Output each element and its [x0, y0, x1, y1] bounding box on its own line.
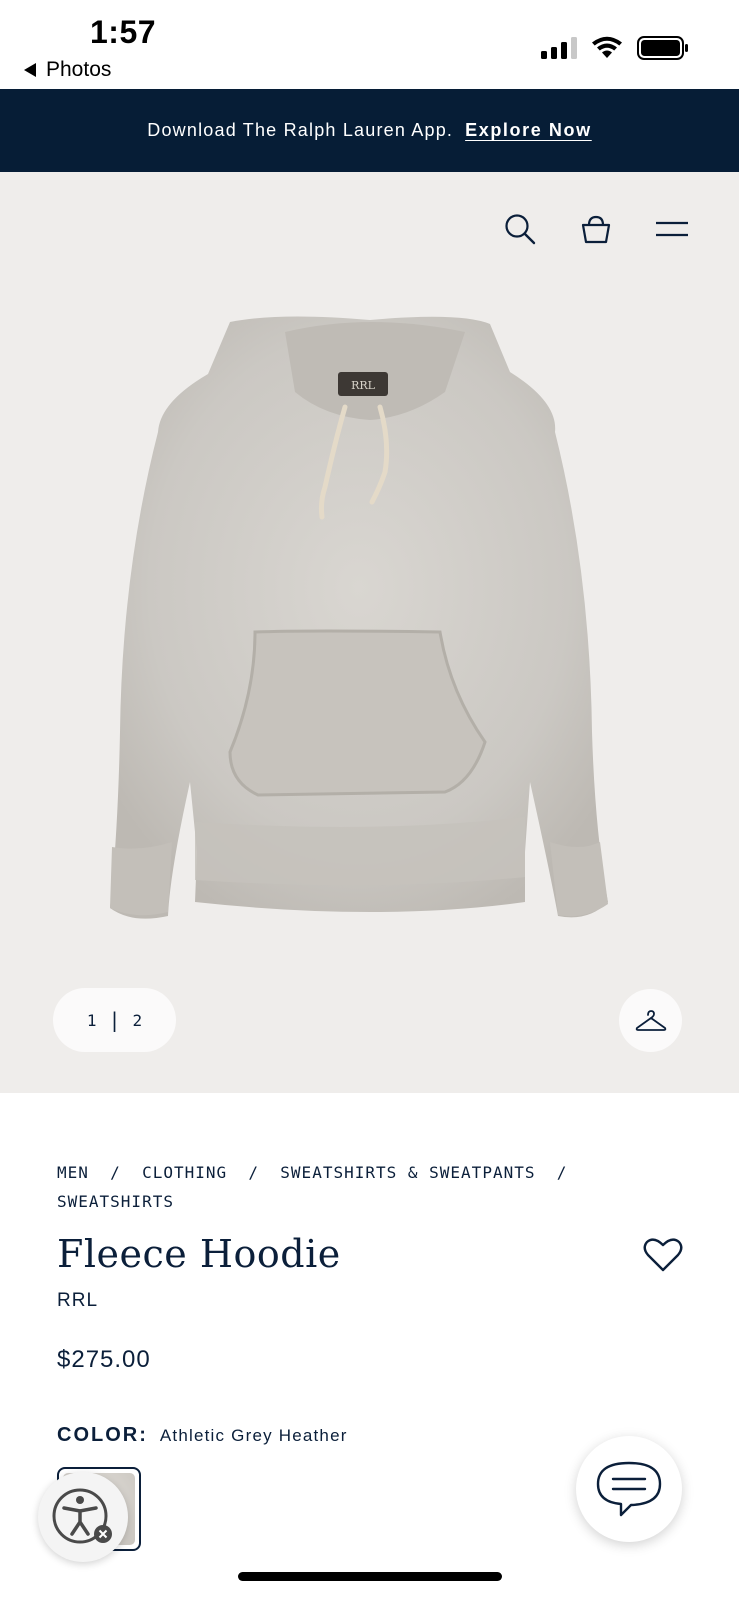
status-time: 1:57: [90, 14, 157, 50]
hoodie-product-image[interactable]: RRL: [80, 312, 660, 952]
accessibility-button[interactable]: [38, 1472, 128, 1562]
status-bar: 1:57 Photos: [0, 0, 739, 89]
product-hero: RRL 1 | 2: [0, 172, 739, 1093]
chat-bubble-icon: [596, 1461, 662, 1517]
svg-text:RRL: RRL: [351, 379, 376, 392]
back-link-label: Photos: [46, 58, 112, 81]
explore-now-link[interactable]: Explore Now: [465, 120, 592, 141]
cellular-signal-icon: [541, 37, 577, 59]
shopping-bag-icon: [581, 215, 611, 244]
accessibility-icon: [52, 1488, 112, 1544]
breadcrumb-line-2[interactable]: SWEATSHIRTS: [57, 1187, 657, 1216]
status-icons: [541, 36, 689, 60]
pager-separator: |: [108, 1008, 121, 1032]
app-download-banner: Download The Ralph Lauren App. Explore N…: [0, 89, 739, 172]
pager-current: 1: [86, 1010, 97, 1030]
product-price: $275.00: [57, 1346, 151, 1373]
brand-name[interactable]: RRL: [57, 1290, 98, 1312]
shopping-bag-button[interactable]: [579, 212, 613, 246]
color-value: Athletic Grey Heather: [159, 1426, 348, 1445]
back-arrow-icon: [24, 63, 36, 77]
wishlist-button[interactable]: [640, 1232, 686, 1278]
wifi-icon: [592, 36, 622, 58]
hanger-button[interactable]: [619, 989, 682, 1052]
banner-text: Download The Ralph Lauren App.: [147, 120, 454, 140]
image-pager[interactable]: 1 | 2: [53, 988, 176, 1052]
battery-icon: [637, 36, 688, 60]
chat-button[interactable]: [576, 1436, 682, 1542]
header-nav-icons: [503, 212, 689, 246]
search-button[interactable]: [503, 212, 537, 246]
menu-button[interactable]: [655, 212, 689, 246]
breadcrumb-line-1[interactable]: MEN / CLOTHING / SWEATSHIRTS & SWEATPANT…: [57, 1158, 657, 1187]
breadcrumb: MEN / CLOTHING / SWEATSHIRTS & SWEATPANT…: [57, 1158, 657, 1216]
hanger-icon: [635, 1009, 666, 1031]
back-to-photos-link[interactable]: Photos: [24, 58, 111, 82]
heart-icon: [643, 1238, 683, 1272]
home-indicator[interactable]: [238, 1572, 502, 1581]
product-title: Fleece Hoodie: [57, 1232, 341, 1276]
color-selection-row: COLOR: Athletic Grey Heather: [57, 1424, 348, 1447]
color-label: COLOR:: [57, 1424, 148, 1446]
pager-total: 2: [132, 1010, 143, 1030]
menu-icon: [656, 221, 688, 237]
search-icon: [505, 214, 536, 245]
